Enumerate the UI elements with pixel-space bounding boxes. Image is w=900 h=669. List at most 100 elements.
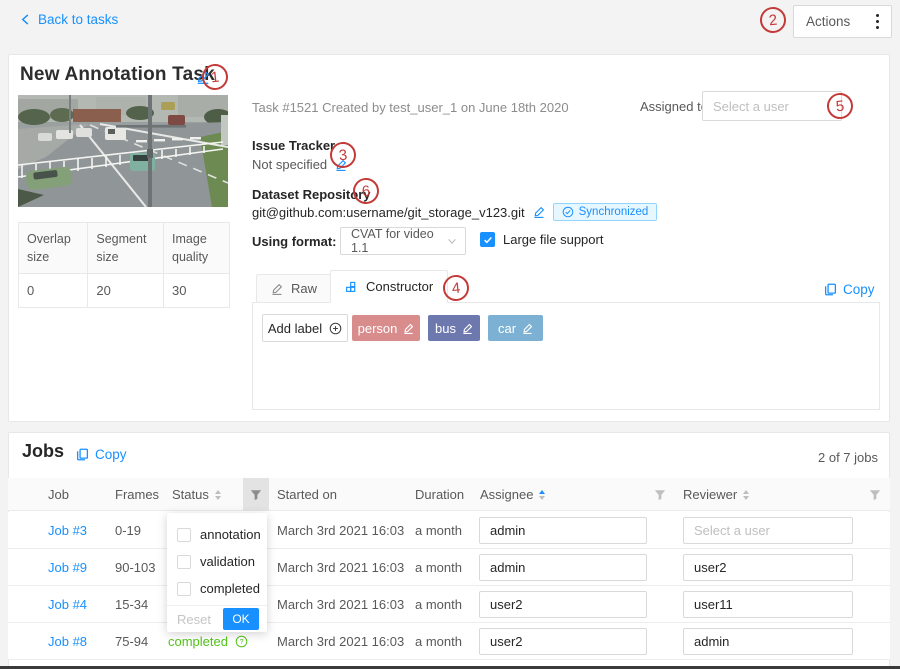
param-value: 30 (164, 274, 230, 308)
label-tag-bus-name: bus (435, 321, 456, 336)
assignee-select[interactable] (479, 554, 647, 581)
col-status[interactable]: Status (172, 478, 221, 511)
edit-repository-icon[interactable] (533, 206, 545, 218)
tab-constructor-label: Constructor (366, 279, 433, 294)
job-link[interactable]: Job #3 (48, 512, 87, 549)
annotation-marker-2: 2 (759, 6, 788, 35)
edit-label-icon[interactable] (522, 323, 533, 334)
jobs-copy-button[interactable]: Copy (76, 447, 127, 462)
labels-copy-label: Copy (843, 282, 875, 297)
reviewer-select[interactable] (683, 628, 853, 655)
status-filter-button[interactable] (243, 478, 269, 511)
copy-icon (76, 448, 89, 461)
table-row: Job #4 15-34 March 3rd 2021 16:03 a mont… (8, 586, 890, 623)
param-header: Overlap size (19, 223, 88, 274)
label-tag-person-name: person (358, 321, 398, 336)
traffic-scene-illustration (18, 95, 228, 207)
checkbox-annotation[interactable] (177, 528, 191, 542)
table-row: Job #8 75-94 completed ? March 3rd 2021 … (8, 623, 890, 660)
reviewer-filter-button[interactable] (869, 478, 881, 511)
checkbox-completed[interactable] (177, 582, 191, 596)
sync-status-text: Synchronized (579, 206, 649, 218)
back-to-tasks-link[interactable]: Back to tasks (20, 12, 118, 27)
assignee-select[interactable] (479, 628, 647, 655)
tab-raw[interactable]: Raw (256, 274, 332, 302)
actions-button[interactable]: Actions (793, 5, 892, 38)
col-status-label: Status (172, 487, 209, 502)
table-row: Job #9 90-103 March 3rd 2021 16:03 a mon… (8, 549, 890, 586)
question-circle-icon[interactable]: ? (235, 635, 248, 648)
duration-cell: a month (415, 512, 462, 549)
frames-cell: 0-19 (115, 512, 141, 549)
labels-copy-button[interactable]: Copy (824, 282, 875, 297)
tab-constructor[interactable]: Constructor (330, 270, 448, 303)
large-file-checkbox[interactable] (480, 232, 495, 247)
assignee-filter-button[interactable] (654, 478, 666, 511)
chevron-left-icon (20, 13, 31, 26)
sort-icon[interactable] (215, 490, 221, 500)
format-select-value: CVAT for video 1.1 (351, 227, 447, 255)
sort-icon-active[interactable] (539, 490, 545, 500)
status-filter-dropdown: annotation validation completed Reset OK (167, 513, 267, 632)
back-to-tasks-label: Back to tasks (38, 12, 118, 27)
filter-option-completed[interactable]: completed (167, 575, 267, 602)
copy-icon (824, 283, 837, 296)
duration-cell: a month (415, 586, 462, 623)
sync-status-badge: Synchronized (553, 203, 658, 221)
filter-reset-button[interactable]: Reset (177, 612, 211, 627)
issue-tracker-value: Not specified (252, 157, 327, 172)
frames-cell: 75-94 (115, 623, 148, 660)
job-link[interactable]: Job #8 (48, 623, 87, 660)
started-cell: March 3rd 2021 16:03 (277, 549, 404, 586)
col-frames[interactable]: Frames (115, 478, 159, 511)
tab-raw-label: Raw (291, 281, 317, 296)
add-label-button[interactable]: Add label (262, 314, 348, 342)
filter-option-validation[interactable]: validation (167, 548, 267, 575)
filter-option-annotation[interactable]: annotation (167, 521, 267, 548)
label-tag-person[interactable]: person (352, 315, 420, 341)
actions-label: Actions (806, 14, 850, 29)
edit-label-icon[interactable] (462, 323, 473, 334)
issue-tracker-label: Issue Tracker (252, 138, 335, 153)
filter-option-label: validation (200, 554, 255, 569)
large-file-checkbox-row: Large file support (480, 232, 603, 247)
task-preview-image (18, 95, 228, 207)
reviewer-select[interactable] (683, 554, 853, 581)
started-cell: March 3rd 2021 16:03 (277, 512, 404, 549)
task-params-table: Overlap size Segment size Image quality … (18, 222, 230, 308)
reviewer-select[interactable] (683, 591, 853, 618)
jobs-copy-label: Copy (95, 447, 127, 462)
col-assignee[interactable]: Assignee (480, 478, 545, 511)
col-job[interactable]: Job (48, 478, 69, 511)
filter-funnel-icon (869, 489, 881, 501)
filter-funnel-icon (250, 489, 262, 501)
param-header: Image quality (164, 223, 230, 274)
cvat-task-page: Back to tasks Actions New Annotation Tas… (0, 0, 900, 669)
checkbox-validation[interactable] (177, 555, 191, 569)
filter-option-label: annotation (200, 527, 261, 542)
filter-ok-button[interactable]: OK (223, 608, 259, 630)
job-link[interactable]: Job #4 (48, 586, 87, 623)
label-tag-car[interactable]: car (488, 315, 543, 341)
frames-cell: 90-103 (115, 549, 155, 586)
task-meta: Task #1521 Created by test_user_1 on Jun… (252, 100, 569, 115)
assignee-select[interactable] (479, 517, 647, 544)
started-cell: March 3rd 2021 16:03 (277, 586, 404, 623)
jobs-table-header: Job Frames Status Started on Duration As… (8, 478, 890, 511)
reviewer-select[interactable] (683, 517, 853, 544)
format-select[interactable]: CVAT for video 1.1 (340, 227, 466, 255)
col-duration[interactable]: Duration (415, 478, 464, 511)
duration-cell: a month (415, 623, 462, 660)
label-tag-bus[interactable]: bus (428, 315, 480, 341)
assigned-to-label: Assigned to (640, 99, 708, 114)
label-tag-car-name: car (498, 321, 516, 336)
col-started[interactable]: Started on (277, 478, 337, 511)
edit-label-icon[interactable] (403, 323, 414, 334)
assigned-to-input[interactable] (702, 91, 842, 121)
col-reviewer[interactable]: Reviewer (683, 478, 749, 511)
param-value: 0 (19, 274, 88, 308)
filter-funnel-icon (654, 489, 666, 501)
sort-icon[interactable] (743, 490, 749, 500)
assignee-select[interactable] (479, 591, 647, 618)
job-link[interactable]: Job #9 (48, 549, 87, 586)
